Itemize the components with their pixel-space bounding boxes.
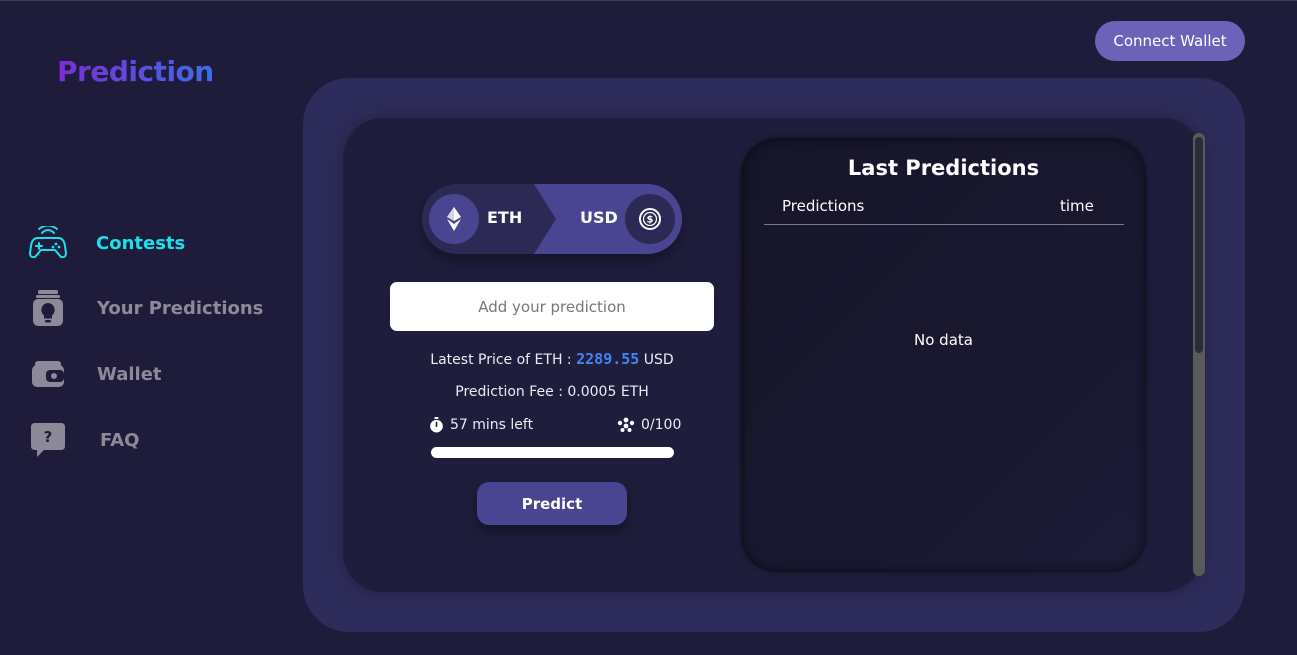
prediction-input[interactable]: [390, 282, 714, 331]
jar-bulb-icon: [28, 288, 68, 328]
participants-count: 0/100: [617, 417, 681, 433]
sidebar-item-contests[interactable]: Contests: [28, 223, 185, 263]
base-token-label: ETH: [487, 208, 523, 227]
ethereum-icon: [429, 194, 479, 244]
app-logo: Prediction: [57, 55, 214, 88]
time-left-text: 57 mins left: [450, 417, 534, 433]
header-divider: [764, 224, 1124, 225]
predict-button[interactable]: Predict: [477, 482, 627, 525]
svg-text:$: $: [647, 215, 654, 226]
last-predictions-title: Last Predictions: [847, 156, 1040, 180]
column-header-time: time: [1060, 197, 1094, 215]
users-icon: [617, 417, 635, 432]
column-header-predictions: Predictions: [782, 197, 865, 215]
question-bubble-icon: ?: [28, 420, 68, 460]
dollar-coin-icon: $: [625, 194, 675, 244]
price-value: 2289.55: [576, 350, 640, 368]
sidebar-item-label: Contests: [96, 232, 186, 254]
gamepad-icon: [28, 223, 68, 263]
participants-progress-bar: [431, 447, 674, 458]
svg-text:?: ?: [44, 428, 53, 446]
price-prefix: Latest Price of ETH :: [430, 352, 577, 368]
sidebar-item-faq[interactable]: ? FAQ: [28, 420, 139, 460]
stopwatch-icon: [430, 417, 443, 433]
connect-wallet-button[interactable]: Connect Wallet: [1095, 21, 1245, 61]
prediction-fee: Prediction Fee : 0.0005 ETH: [455, 384, 649, 400]
sidebar-item-label: Wallet: [97, 363, 162, 385]
time-left: 57 mins left: [429, 417, 533, 433]
sidebar-item-label: FAQ: [100, 429, 140, 451]
participants-text: 0/100: [641, 417, 682, 433]
price-unit: USD: [639, 352, 674, 368]
wallet-icon: [28, 354, 68, 394]
empty-state-text: No data: [914, 331, 973, 349]
latest-price: Latest Price of ETH : 2289.55 USD: [390, 350, 714, 368]
sidebar-item-label: Your Predictions: [97, 297, 264, 319]
sidebar-item-your-predictions[interactable]: Your Predictions: [28, 288, 263, 328]
scrollbar-thumb[interactable]: [1195, 137, 1203, 353]
token-pair-selector[interactable]: ETH USD $: [422, 184, 682, 254]
app-page: Prediction Connect Wallet Contests Your …: [0, 0, 1297, 655]
sidebar-item-wallet[interactable]: Wallet: [28, 354, 162, 394]
quote-token-label: USD: [580, 208, 618, 227]
